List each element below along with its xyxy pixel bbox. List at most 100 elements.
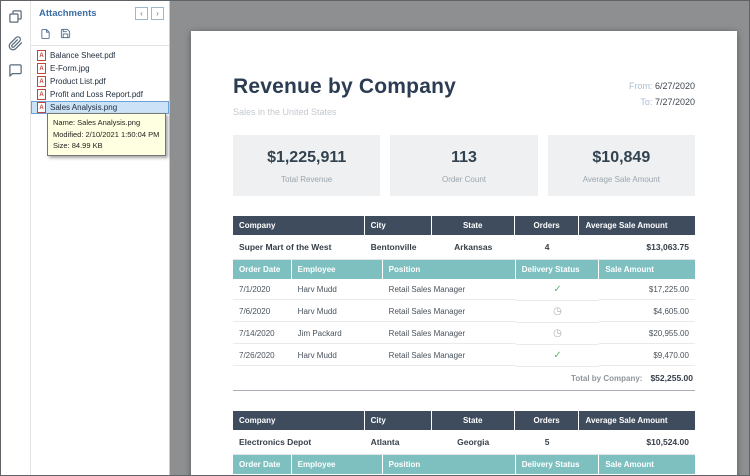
avg-sale-cell: $10,524.00 [579,430,695,455]
col-header-avg-sale: Average Sale Amount [579,411,695,430]
attachment-name: Profit and Loss Report.pdf [50,90,143,99]
side-toolbar [1,1,31,475]
summary-cards: $1,225,911 Total Revenue 113 Order Count… [233,135,695,196]
sale-amount-cell: $17,225.00 [599,280,695,300]
company-group-2: Company City State Orders Average Sale A… [233,411,695,475]
company-row: Super Mart of the West Bentonville Arkan… [233,235,695,260]
attachment-name: Product List.pdf [50,77,106,86]
company-cell: Electronics Depot [233,430,365,455]
total-label: Total by Company: [571,374,642,383]
paperclip-icon[interactable] [8,35,24,51]
company-cell: Super Mart of the West [233,235,365,260]
attachments-header: Attachments ‹ › [31,1,169,24]
sale-amount-cell: $9,470.00 [599,346,695,366]
stat-average-sale: $10,849 Average Sale Amount [548,135,695,196]
report-subtitle: Sales in the United States [233,107,456,117]
stat-order-count: 113 Order Count [390,135,537,196]
col-header-employee: Employee [292,455,383,474]
col-header-state: State [432,411,515,430]
position-cell: Retail Sales Manager [383,280,516,300]
attachments-toolbar [31,24,169,46]
from-value: 6/27/2020 [655,81,695,91]
city-cell: Atlanta [365,430,432,455]
stat-label: Order Count [390,175,537,184]
group-total-row: Total by Company: $52,255.00 [233,367,695,391]
report-page: Revenue by Company Sales in the United S… [191,31,737,475]
order-row: 7/26/2020 Harv Mudd Retail Sales Manager… [233,345,695,367]
city-cell: Bentonville [365,235,432,260]
delivery-status-icon [553,285,561,294]
avg-sale-cell: $13,063.75 [579,235,695,260]
position-cell: Retail Sales Manager [383,324,516,344]
pdf-file-icon: A [37,50,46,61]
stat-value: $10,849 [548,149,695,167]
open-attachment-icon[interactable] [39,27,52,40]
attachments-title: Attachments [39,8,132,19]
delivery-status-icon [553,329,562,338]
comment-icon[interactable] [8,62,24,78]
delivery-status-icon [553,307,562,316]
pdf-file-icon: A [37,76,46,87]
col-header-delivery-status: Delivery Status [516,455,600,474]
delivery-status-icon [553,351,561,360]
to-label: To: [640,97,652,107]
order-header-row: Order Date Employee Position Delivery St… [233,260,695,279]
tooltip-modified: Modified: 2/10/2021 1:50:04 PM [53,129,160,141]
sale-amount-cell: $4,605.00 [599,302,695,322]
col-header-city: City [365,411,432,430]
col-header-orders: Orders [515,411,580,430]
state-cell: Georgia [432,430,515,455]
stat-total-revenue: $1,225,911 Total Revenue [233,135,380,196]
order-row: 6/29/2020 Harv Mudd Retail Sales Manager… [233,474,695,475]
col-header-sale-amount: Sale Amount [599,260,695,279]
order-date-cell: 7/14/2020 [233,324,292,344]
state-cell: Arkansas [432,235,515,260]
col-header-position: Position [383,260,516,279]
order-date-cell: 7/6/2020 [233,302,292,322]
col-header-sale-amount: Sale Amount [599,455,695,474]
employee-cell: Harv Mudd [292,302,383,322]
orders-cell: 4 [515,235,580,260]
date-range: From: 6/27/2020 To: 7/27/2020 [629,75,695,117]
attachment-name: Sales Analysis.png [50,103,117,112]
attachment-name: Balance Sheet.pdf [50,51,115,60]
order-row: 7/1/2020 Harv Mudd Retail Sales Manager … [233,279,695,301]
to-value: 7/27/2020 [655,97,695,107]
order-date-cell: 7/1/2020 [233,280,292,300]
order-header-row: Order Date Employee Position Delivery St… [233,455,695,474]
attachment-name: E-Form.jpg [50,64,90,73]
total-value: $52,255.00 [650,373,693,383]
image-file-icon: A [37,63,46,74]
tooltip-name: Name: Sales Analysis.png [53,117,160,129]
image-file-icon: A [37,102,46,113]
attachment-item[interactable]: A E-Form.jpg [31,62,169,75]
sale-amount-cell: $20,955.00 [599,324,695,344]
collapse-panel-button[interactable]: ‹ [135,7,148,20]
employee-cell: Harv Mudd [292,280,383,300]
attachment-list: A Balance Sheet.pdf A E-Form.jpg A Produ… [31,46,169,114]
employee-cell: Harv Mudd [292,346,383,366]
pages-icon[interactable] [8,8,24,24]
col-header-order-date: Order Date [233,455,292,474]
employee-cell: Jim Packard [292,324,383,344]
col-header-position: Position [383,455,516,474]
position-cell: Retail Sales Manager [383,346,516,366]
attachment-item[interactable]: A Product List.pdf [31,75,169,88]
order-row: 7/14/2020 Jim Packard Retail Sales Manag… [233,323,695,345]
col-header-employee: Employee [292,260,383,279]
col-header-state: State [432,216,515,235]
expand-panel-button[interactable]: › [151,7,164,20]
save-attachment-icon[interactable] [59,27,72,40]
order-date-cell: 7/26/2020 [233,346,292,366]
company-group-1: Company City State Orders Average Sale A… [233,216,695,391]
attachment-item[interactable]: A Profit and Loss Report.pdf [31,88,169,101]
attachments-panel: Attachments ‹ › A Balance Sheet.pdf A E-… [31,1,170,475]
orders-cell: 5 [515,430,580,455]
tooltip-size: Size: 84.99 KB [53,140,160,152]
company-header-row: Company City State Orders Average Sale A… [233,411,695,430]
attachment-tooltip: Name: Sales Analysis.png Modified: 2/10/… [47,113,166,156]
order-row: 7/6/2020 Harv Mudd Retail Sales Manager … [233,301,695,323]
attachment-item[interactable]: A Balance Sheet.pdf [31,49,169,62]
report-title: Revenue by Company [233,75,456,99]
col-header-company: Company [233,411,365,430]
